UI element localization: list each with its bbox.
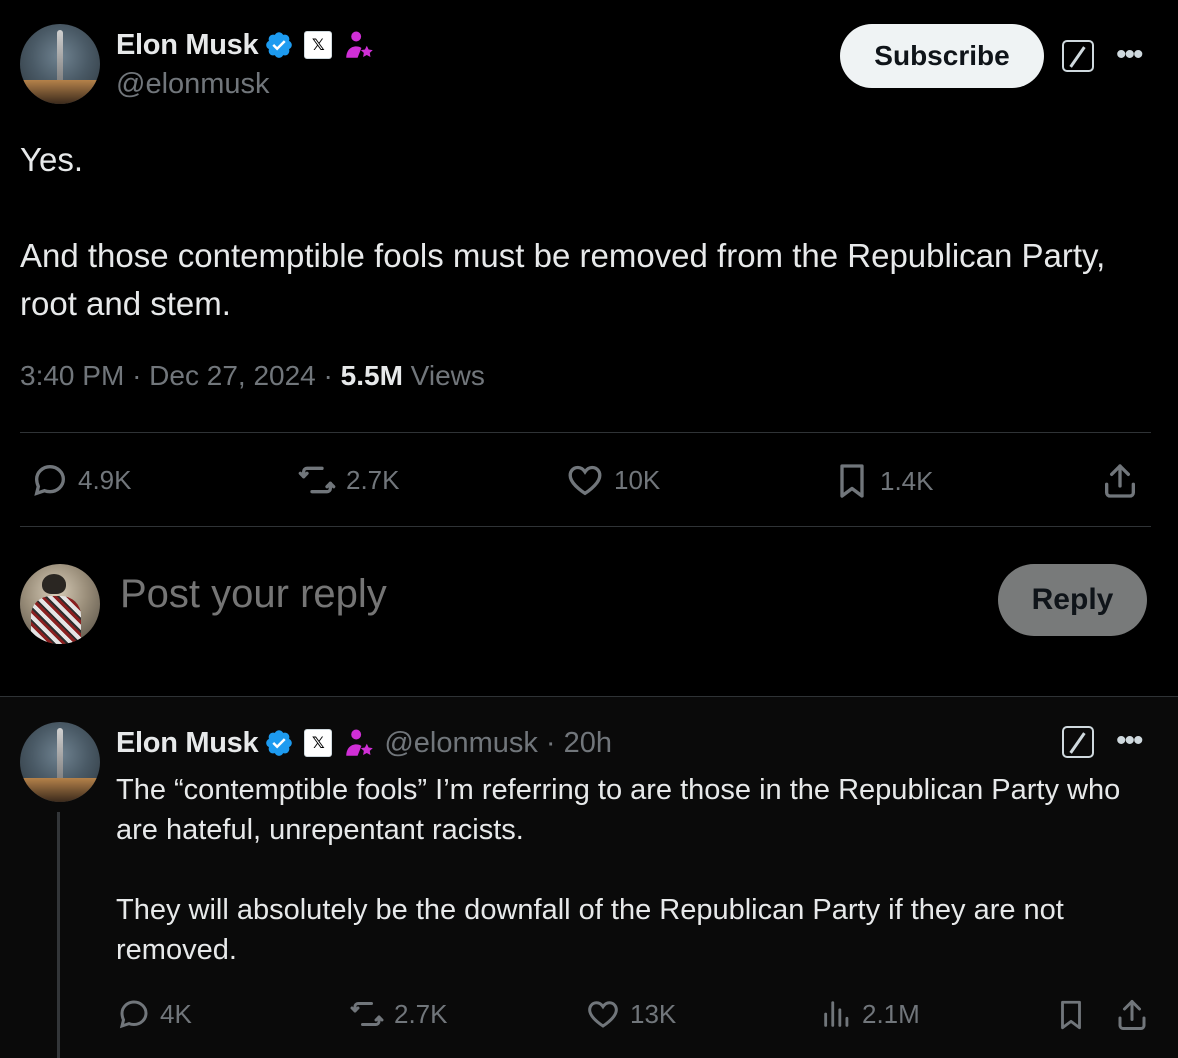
reply-icon (119, 1000, 148, 1029)
reply-input[interactable] (120, 572, 920, 617)
meta-separator: · (323, 360, 333, 391)
tweet-time[interactable]: 3:40 PM (20, 360, 124, 391)
views-icon (824, 1001, 849, 1027)
bookmark-count: 1.4K (880, 465, 934, 496)
views-action[interactable]: 2.1M (820, 996, 920, 1032)
x-affiliation-icon[interactable]: 𝕏 (304, 729, 333, 757)
repost-icon (298, 466, 336, 494)
bookmark-action[interactable] (1054, 996, 1088, 1034)
like-count: 13K (630, 998, 677, 1029)
meta-separator: · (132, 360, 142, 391)
tweet-meta: 3:40 PM · Dec 27, 2024 · 5.5M Views (20, 360, 485, 392)
reply-time[interactable]: · 20h (546, 727, 612, 760)
verified-badge-icon (266, 32, 293, 58)
reply-author-avatar[interactable] (20, 722, 100, 802)
divider (20, 526, 1151, 527)
share-icon (1105, 464, 1135, 498)
like-count: 10K (614, 464, 661, 495)
reply-text: The “contemptible fools” I’m referring t… (116, 774, 1121, 966)
repost-action[interactable]: 2.7K (348, 996, 448, 1032)
views-count: 2.1M (862, 998, 920, 1029)
like-action[interactable]: 13K (584, 996, 676, 1032)
reply-icon (34, 464, 66, 496)
persona-icon (346, 729, 374, 756)
bookmark-icon (1061, 1000, 1081, 1030)
reply-count: 4K (160, 998, 192, 1029)
like-icon (588, 1001, 618, 1028)
divider (20, 432, 1151, 433)
reply-action[interactable]: 4.9K (30, 460, 132, 500)
like-icon (568, 465, 602, 496)
tweet-text: Yes. And those contemptible fools must b… (20, 141, 1106, 322)
repost-action[interactable]: 2.7K (296, 460, 400, 500)
author-name[interactable]: Elon Musk (116, 29, 259, 62)
x-affiliation-icon[interactable]: 𝕏 (304, 31, 333, 59)
bookmark-action[interactable]: 1.4K (832, 460, 934, 502)
tweet-date[interactable]: Dec 27, 2024 (149, 360, 316, 391)
verified-badge-icon (266, 730, 293, 756)
reply-author-handle[interactable]: @elonmusk (384, 727, 538, 760)
views-count: 5.5M (340, 360, 403, 391)
subscribe-button[interactable]: Subscribe (840, 24, 1044, 88)
views-label: Views (410, 360, 485, 391)
author-avatar[interactable] (20, 24, 100, 104)
share-action[interactable] (1114, 996, 1150, 1034)
grok-icon[interactable] (1062, 726, 1094, 758)
persona-icon (346, 31, 374, 58)
bookmark-icon (840, 464, 864, 498)
thread-line (57, 812, 60, 1058)
share-action[interactable] (1100, 460, 1140, 502)
share-icon (1118, 1000, 1146, 1030)
more-icon[interactable]: ••• (1116, 726, 1143, 756)
repost-icon (350, 1002, 384, 1026)
reply-author-name[interactable]: Elon Musk (116, 727, 259, 760)
more-icon[interactable]: ••• (1116, 40, 1143, 70)
reply-count: 4.9K (78, 464, 132, 495)
grok-icon[interactable] (1062, 40, 1094, 72)
author-handle[interactable]: @elonmusk (116, 68, 270, 101)
user-avatar[interactable] (20, 564, 100, 644)
reply-action[interactable]: 4K (116, 996, 192, 1032)
repost-count: 2.7K (346, 464, 400, 495)
like-action[interactable]: 10K (564, 460, 660, 500)
repost-count: 2.7K (394, 998, 448, 1029)
reply-button[interactable]: Reply (998, 564, 1147, 636)
